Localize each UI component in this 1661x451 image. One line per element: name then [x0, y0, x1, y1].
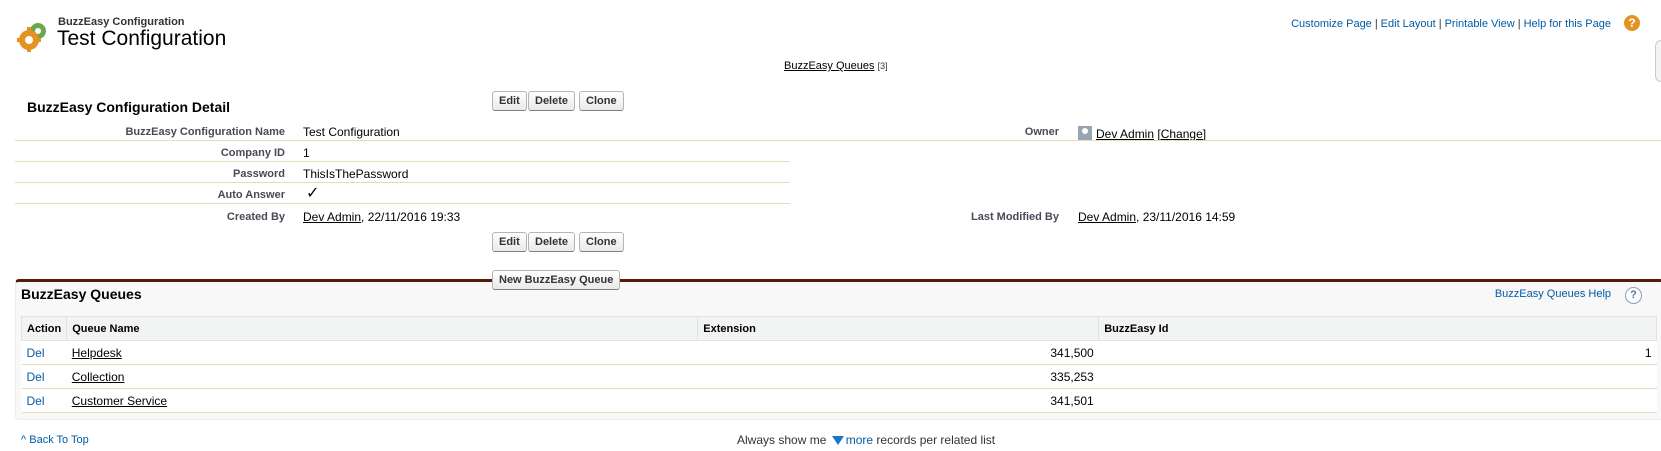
created-date: , 22/11/2016 19:33	[361, 210, 461, 224]
printable-view-link[interactable]: Printable View	[1445, 18, 1515, 30]
new-queue-button[interactable]: New BuzzEasy Queue	[492, 270, 621, 290]
field-label-owner: Owner	[1024, 126, 1059, 138]
delete-row-link[interactable]: Del	[27, 370, 45, 384]
help-page-link[interactable]: Help for this Page	[1524, 18, 1611, 30]
delete-row-link[interactable]: Del	[27, 394, 45, 408]
extension-cell: 341,500	[697, 340, 1099, 365]
field-value-created-by: Dev Admin, 22/11/2016 19:33	[303, 210, 460, 224]
edit-button-bottom[interactable]: Edit	[492, 232, 527, 252]
help-icon[interactable]: ?	[1625, 287, 1642, 304]
field-label-company: Company ID	[220, 147, 285, 159]
field-divider	[15, 203, 790, 204]
table-header-row: Action Queue Name Extension BuzzEasy Id	[20, 316, 1657, 341]
more-link[interactable]: more	[846, 433, 873, 447]
queue-name-link[interactable]: Customer Service	[72, 394, 167, 408]
field-divider	[15, 182, 790, 183]
records-label: records per related list	[876, 433, 996, 447]
queue-name-link[interactable]: Helpdesk	[72, 346, 122, 360]
related-list-label[interactable]: BuzzEasy Queues	[784, 60, 875, 72]
clone-button-top[interactable]: Clone	[579, 91, 624, 111]
customize-page-link[interactable]: Customize Page	[1291, 18, 1372, 30]
delete-button-top[interactable]: Delete	[528, 91, 576, 111]
edit-layout-link[interactable]: Edit Layout	[1381, 18, 1436, 30]
gear-icon	[17, 23, 46, 52]
field-value-owner: Dev Admin [Change]	[1078, 126, 1206, 141]
queues-title: BuzzEasy Queues	[21, 286, 142, 302]
back-to-top-label: Back To Top	[29, 434, 89, 446]
field-label-name: BuzzEasy Configuration Name	[125, 126, 285, 138]
table-row: Del Helpdesk 341,500 1	[21, 340, 1657, 365]
queues-help-link[interactable]: BuzzEasy Queues Help	[1495, 288, 1611, 300]
help-icon[interactable]: ?	[1624, 15, 1640, 31]
triangle-down-icon[interactable]	[831, 436, 844, 445]
field-label-password: Password	[233, 168, 285, 180]
column-header-action: Action	[20, 316, 68, 341]
header-links: Customize Page | Edit Layout | Printable Vie…	[1291, 18, 1611, 30]
page-title: Test Configuration	[57, 27, 227, 50]
owner-change-link[interactable]: [Change]	[1157, 127, 1206, 141]
owner-link[interactable]: Dev Admin	[1096, 127, 1154, 141]
user-icon	[1078, 126, 1092, 140]
related-list-count: [3]	[877, 61, 888, 71]
extension-cell: 335,253	[697, 364, 1099, 389]
delete-row-link[interactable]: Del	[27, 346, 45, 360]
table-row: Del Customer Service 341,501	[21, 388, 1657, 413]
link-separator: |	[1438, 18, 1442, 30]
delete-button-bottom[interactable]: Delete	[528, 232, 576, 252]
field-label-auto-answer: Auto Answer	[217, 189, 285, 201]
edit-button-top[interactable]: Edit	[492, 91, 527, 111]
buzzeasy-id-cell	[1098, 388, 1657, 413]
queue-name-link[interactable]: Collection	[72, 370, 125, 384]
back-to-top-link[interactable]: ^ Back To Top	[21, 434, 89, 446]
created-by-user-link[interactable]: Dev Admin	[303, 210, 361, 224]
queues-table: Action Queue Name Extension BuzzEasy Id …	[20, 316, 1657, 413]
checkmark-icon: ✓	[306, 185, 320, 202]
records-per-list: Always show me more records per related …	[737, 433, 995, 447]
chevron-up-icon: ^	[21, 434, 27, 446]
field-divider	[15, 140, 1661, 141]
side-panel-handle[interactable]	[1655, 40, 1661, 82]
buzzeasy-id-cell	[1098, 364, 1657, 389]
field-label-created-by: Created By	[226, 211, 285, 223]
clone-button-bottom[interactable]: Clone	[579, 232, 624, 252]
related-list-link[interactable]: BuzzEasy Queues [3]	[784, 60, 888, 72]
field-value-modified-by: Dev Admin, 23/11/2016 14:59	[1078, 210, 1235, 224]
column-header-buzzeasy-id[interactable]: BuzzEasy Id	[1098, 316, 1657, 341]
field-value-name: Test Configuration	[303, 125, 400, 139]
buzzeasy-id-cell: 1	[1098, 340, 1657, 365]
field-divider	[15, 161, 790, 162]
detail-section-title: BuzzEasy Configuration Detail	[27, 99, 231, 115]
always-show-label: Always show me	[737, 433, 827, 447]
extension-cell: 341,501	[697, 388, 1099, 413]
link-separator: |	[1517, 18, 1521, 30]
table-row: Del Collection 335,253	[21, 364, 1657, 389]
field-value-password: ThisIsThePassword	[303, 167, 409, 181]
field-label-modified-by: Last Modified By	[970, 211, 1059, 223]
link-separator: |	[1374, 18, 1378, 30]
column-header-extension[interactable]: Extension	[697, 316, 1100, 341]
modified-date: , 23/11/2016 14:59	[1136, 210, 1236, 224]
modified-by-user-link[interactable]: Dev Admin	[1078, 210, 1136, 224]
column-header-queue-name[interactable]: Queue Name	[66, 316, 699, 341]
field-value-company: 1	[303, 146, 310, 160]
